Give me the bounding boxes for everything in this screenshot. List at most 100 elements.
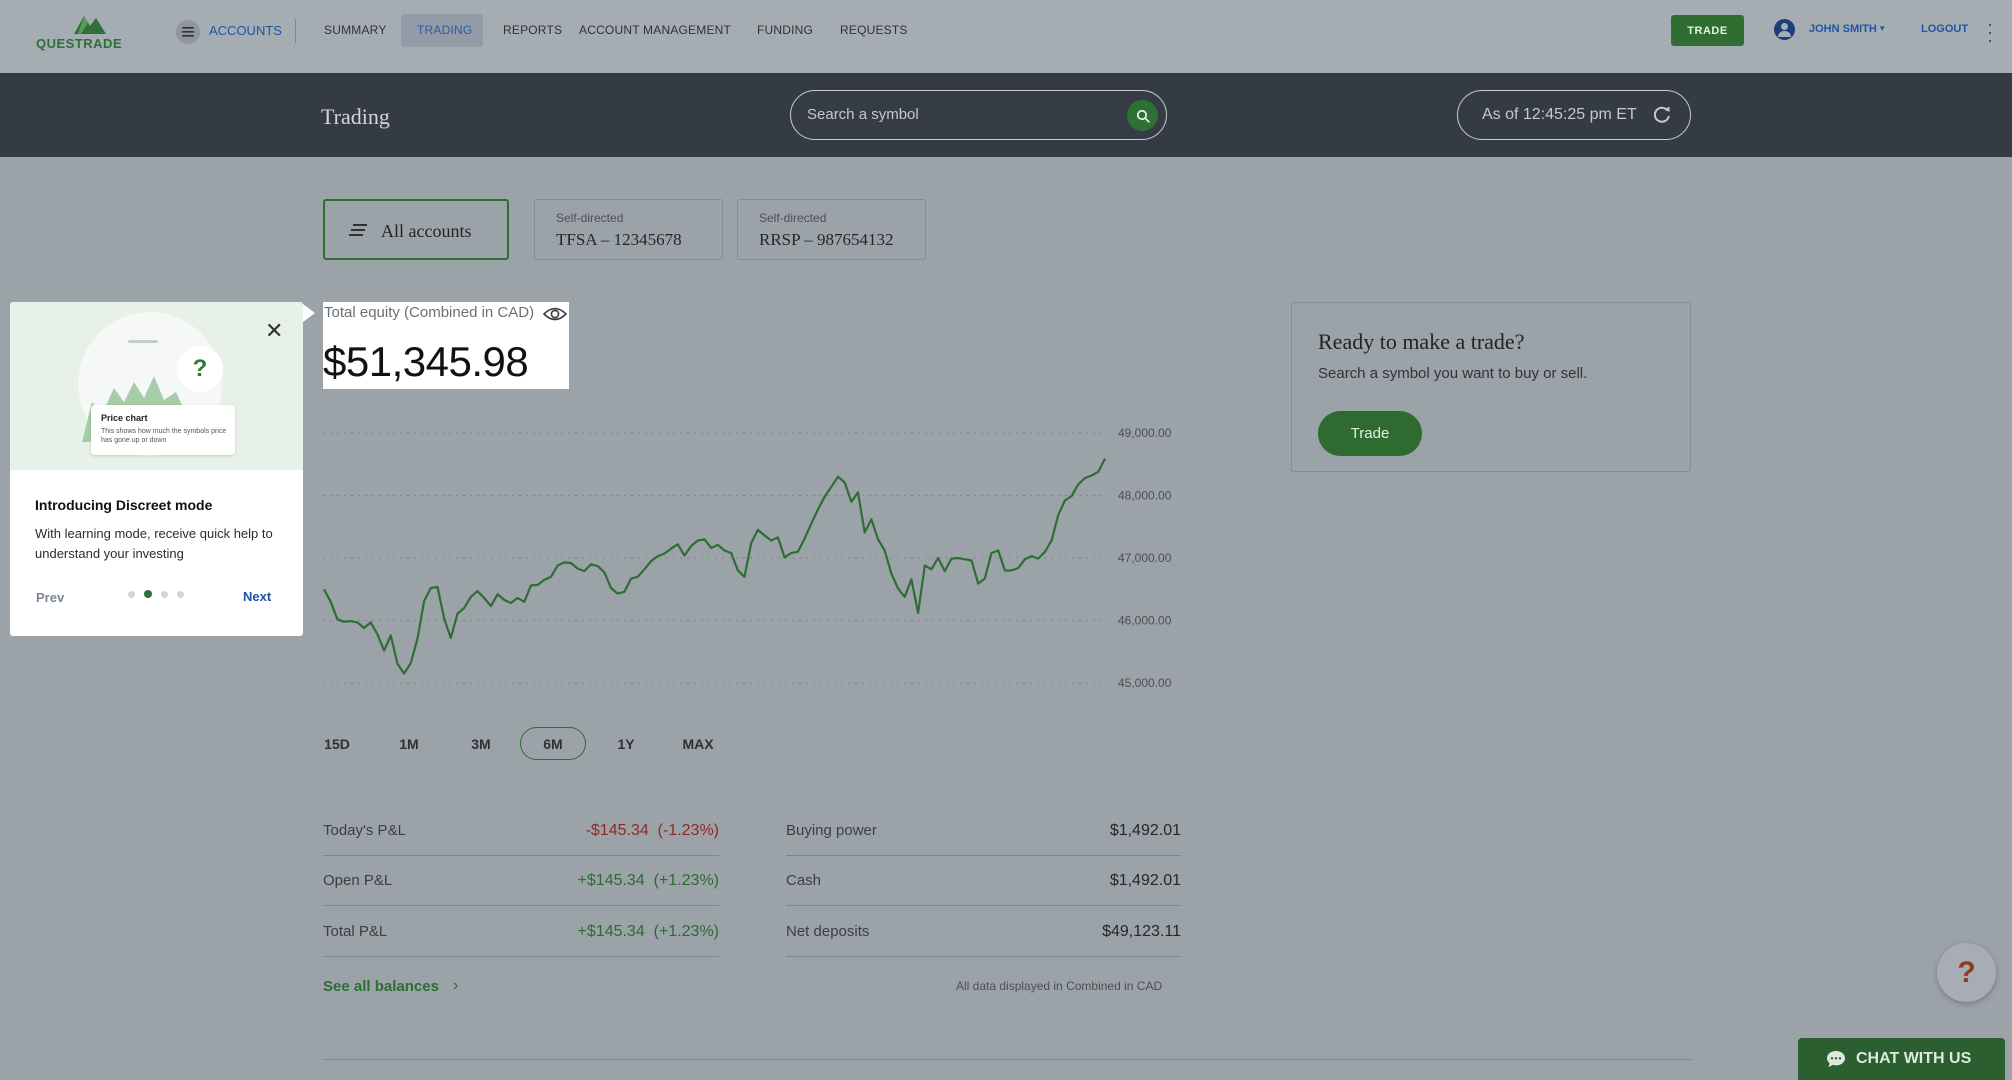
- see-all-balances-link[interactable]: See all balances: [323, 978, 439, 995]
- period-6m[interactable]: 6M: [520, 727, 586, 760]
- logout-link[interactable]: LOGOUT: [1921, 23, 1968, 35]
- example-card-title: Price chart: [101, 413, 148, 423]
- y-tick-label: 49,000.00: [1118, 426, 1172, 440]
- stat-amount: +$145.34: [577, 923, 645, 940]
- more-options-icon[interactable]: · · ·: [1987, 15, 1993, 49]
- stat-amount: +$145.34: [577, 872, 645, 889]
- total-equity-label: Total equity (Combined in CAD): [324, 304, 535, 321]
- page-title: Trading: [321, 104, 390, 129]
- trade-card-subtitle: Search a symbol you want to buy or sell.: [1318, 365, 1588, 382]
- stat-value: +$145.34 (+1.23%): [578, 923, 719, 941]
- nav-summary[interactable]: SUMMARY: [324, 23, 387, 37]
- stat-row-todays-pl: Today's P&L -$145.34 (-1.23%): [323, 806, 719, 856]
- period-max[interactable]: MAX: [665, 727, 731, 760]
- stat-percent: (+1.23%): [653, 872, 719, 889]
- step-dot[interactable]: [161, 590, 168, 598]
- hamburger-menu-icon[interactable]: [176, 20, 200, 44]
- trade-button[interactable]: TRADE: [1671, 15, 1744, 46]
- logo-text: QUESTRADE: [36, 36, 123, 51]
- stat-value: $49,123.11: [1102, 923, 1181, 940]
- eye-icon[interactable]: [543, 306, 567, 322]
- period-1m[interactable]: 1M: [376, 727, 442, 760]
- y-tick-label: 48,000.00: [1118, 489, 1172, 503]
- logo-mark-icon: [74, 16, 106, 34]
- stat-value: +$145.34 (+1.23%): [578, 872, 719, 890]
- as-of-time: As of 12:45:25 pm ET: [1482, 106, 1637, 123]
- stat-value: $1,492.01: [1109, 822, 1181, 839]
- example-card-body: This shows how much the symbols price ha…: [101, 428, 227, 444]
- tooltip-step-dots: [128, 590, 184, 598]
- all-accounts-button[interactable]: All accounts: [323, 199, 509, 260]
- close-icon[interactable]: ✕: [265, 318, 283, 344]
- chevron-right-icon[interactable]: ›: [453, 977, 458, 995]
- nav-account-management[interactable]: ACCOUNT MANAGEMENT: [579, 23, 731, 37]
- stat-value: -$145.34 (-1.23%): [586, 822, 719, 840]
- stat-row-total-pl: Total P&L +$145.34 (+1.23%): [323, 907, 719, 957]
- refresh-icon[interactable]: [1652, 104, 1672, 124]
- account-card-rrsp[interactable]: Self-directed RRSP – 987654132: [737, 199, 926, 260]
- period-1y[interactable]: 1Y: [593, 727, 659, 760]
- tooltip-prev-button[interactable]: Prev: [36, 590, 64, 605]
- top-navigation: QUESTRADE ACCOUNTS SUMMARY TRADING REPOR…: [0, 0, 2012, 73]
- stat-row-buying-power: Buying power $1,492.01: [786, 806, 1181, 856]
- nav-funding[interactable]: FUNDING: [757, 23, 813, 37]
- nav-accounts[interactable]: ACCOUNTS: [209, 23, 282, 38]
- period-15d[interactable]: 15D: [304, 727, 370, 760]
- stat-amount: -$145.34: [585, 822, 649, 839]
- trade-card-title: Ready to make a trade?: [1318, 329, 1525, 354]
- tooltip-example-card: Price chart This shows how much the symb…: [91, 405, 235, 455]
- ready-to-trade-card: Ready to make a trade? Search a symbol y…: [1291, 302, 1691, 472]
- trade-card-button[interactable]: Trade: [1318, 411, 1422, 456]
- questrade-logo[interactable]: QUESTRADE: [36, 12, 132, 52]
- caret-down-icon[interactable]: ▾: [1880, 23, 1885, 34]
- stat-value: $1,492.01: [1109, 872, 1181, 889]
- search-icon[interactable]: [1127, 100, 1158, 131]
- search-input[interactable]: Search a symbol: [807, 106, 919, 123]
- account-card-tfsa[interactable]: Self-directed TFSA – 12345678: [534, 199, 723, 260]
- tooltip-next-button[interactable]: Next: [243, 589, 271, 604]
- stat-label: Open P&L: [323, 872, 393, 889]
- help-question-icon[interactable]: ?: [1937, 943, 1996, 1002]
- question-badge-icon: ?: [177, 346, 223, 392]
- all-accounts-label: All accounts: [381, 221, 472, 241]
- stat-percent: (+1.23%): [653, 923, 719, 940]
- currency-note: All data displayed in Combined in CAD: [956, 979, 1163, 993]
- stat-label: Cash: [786, 872, 822, 889]
- tooltip-body: With learning mode, receive quick help t…: [35, 526, 273, 561]
- nav-trading[interactable]: TRADING: [417, 23, 472, 37]
- equity-line-chart[interactable]: 49,000.00 48,000.00 47,000.00 46,000.00 45,0…: [321, 420, 1191, 700]
- stat-row-open-pl: Open P&L +$145.34 (+1.23%): [323, 856, 719, 906]
- stat-label: Total P&L: [323, 923, 388, 940]
- stat-row-cash: Cash $1,492.01: [786, 856, 1181, 906]
- y-tick-label: 45,000.00: [1118, 676, 1172, 690]
- user-menu[interactable]: JOHN SMITH: [1809, 23, 1877, 35]
- account-type: Self-directed: [556, 211, 624, 225]
- stat-percent: (-1.23%): [657, 822, 719, 839]
- stat-row-net-deposits: Net deposits $49,123.11: [786, 907, 1181, 957]
- nav-reports[interactable]: REPORTS: [503, 23, 562, 37]
- section-divider: [323, 1059, 1691, 1060]
- y-tick-label: 46,000.00: [1118, 614, 1172, 628]
- period-3m[interactable]: 3M: [448, 727, 514, 760]
- step-dot[interactable]: [177, 590, 184, 598]
- nav-divider: [295, 19, 296, 43]
- refresh-timestamp-button[interactable]: As of 12:45:25 pm ET: [1457, 90, 1691, 140]
- discreet-mode-tooltip: ? Price chart This shows how much the sy…: [10, 302, 303, 636]
- nav-requests[interactable]: REQUESTS: [840, 23, 908, 37]
- step-dot[interactable]: [128, 590, 135, 598]
- y-tick-label: 47,000.00: [1118, 551, 1172, 565]
- symbol-search[interactable]: Search a symbol: [790, 90, 1167, 140]
- total-equity-highlight: Total equity (Combined in CAD) $51,345.9…: [323, 302, 569, 389]
- tooltip-pointer: [303, 304, 315, 322]
- step-dot-active[interactable]: [144, 590, 152, 598]
- user-avatar-icon[interactable]: [1774, 19, 1795, 40]
- stat-label: Today's P&L: [323, 822, 406, 839]
- tooltip-illustration: ? Price chart This shows how much the sy…: [10, 302, 303, 470]
- account-name: RRSP – 987654132: [759, 230, 894, 249]
- stat-label: Net deposits: [786, 923, 870, 940]
- account-type: Self-directed: [759, 211, 827, 225]
- stat-label: Buying power: [786, 822, 877, 839]
- chat-with-us-button[interactable]: CHAT WITH US: [1798, 1038, 2005, 1080]
- chat-label: CHAT WITH US: [1856, 1050, 1972, 1067]
- list-filter-icon: [349, 224, 367, 236]
